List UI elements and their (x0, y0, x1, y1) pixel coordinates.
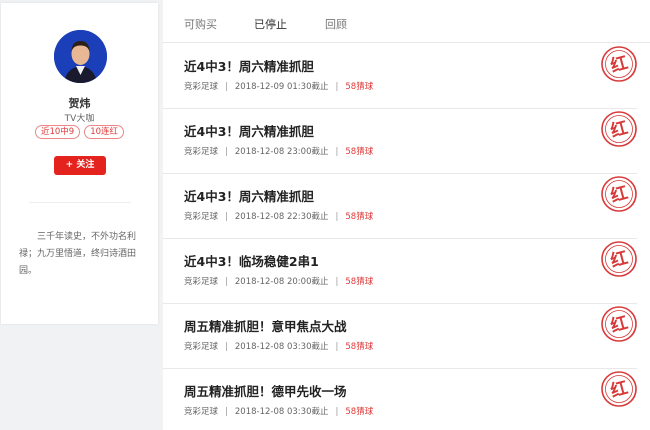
plan-meta: 竞彩足球 | 2018-12-09 01:30截止 | 58猜球 (184, 80, 373, 92)
win-stamp-icon: 红 (601, 371, 637, 407)
win-stamp-icon: 红 (601, 306, 637, 342)
separator: | (335, 212, 339, 222)
separator: | (225, 147, 228, 157)
plan-price: 58猜球 (345, 407, 374, 417)
plan-list-item[interactable]: 近4中3！周六精准抓胆竞彩足球 | 2018-12-08 22:30截止 | 58猜球 红 (163, 174, 637, 239)
plan-title[interactable]: 周五精准抓胆！意甲焦点大战 (184, 316, 347, 335)
plan-meta: 竞彩足球 | 2018-12-08 23:00截止 | 58猜球 (184, 145, 373, 157)
win-stamp-icon: 红 (601, 176, 637, 212)
plan-category: 竞彩足球 (184, 407, 219, 417)
tab-stopped[interactable]: 已停止 (254, 16, 287, 32)
plan-title[interactable]: 近4中3！周六精准抓胆 (184, 56, 314, 75)
svg-text:红: 红 (608, 182, 630, 207)
plan-price: 58猜球 (345, 82, 374, 92)
separator: | (335, 82, 339, 92)
streak-badge: 10连红 (84, 125, 125, 139)
svg-text:红: 红 (608, 247, 630, 272)
badge-row: 近10中9 10连红 (1, 125, 158, 139)
expert-bio: 三千年读史，不外功名利禄；九万里悟道，终归诗酒田园。 (19, 232, 137, 276)
avatar[interactable] (54, 30, 107, 83)
separator: | (225, 342, 228, 352)
plan-deadline: 2018-12-08 23:00截止 (234, 147, 329, 157)
plan-category: 竞彩足球 (184, 277, 219, 287)
plan-category: 竞彩足球 (184, 342, 219, 352)
plan-price: 58猜球 (345, 277, 374, 287)
expert-profile-card: 贺炜 TV大咖 近10中9 10连红 + 关注 三千年读史，不外功名利禄；九万里… (1, 3, 158, 324)
tab-review[interactable]: 回顾 (325, 16, 347, 32)
plan-title[interactable]: 周五精准抓胆！德甲先收一场 (184, 381, 347, 400)
plan-deadline: 2018-12-08 22:30截止 (234, 212, 329, 222)
plan-meta: 竞彩足球 | 2018-12-08 03:30截止 | 58猜球 (184, 405, 373, 417)
plan-title[interactable]: 近4中3！临场稳健2串1 (184, 251, 319, 270)
plan-meta: 竞彩足球 | 2018-12-08 03:30截止 | 58猜球 (184, 340, 373, 352)
expert-name: 贺炜 (68, 97, 91, 110)
avatar-portrait-icon (54, 30, 107, 83)
svg-text:红: 红 (608, 117, 630, 142)
plan-deadline: 2018-12-08 03:30截止 (234, 407, 329, 417)
plan-list-item[interactable]: 近4中3！临场稳健2串1 竞彩足球 | 2018-12-08 20:00截止 | 58猜球… (163, 239, 637, 304)
tab-available[interactable]: 可购买 (184, 16, 217, 32)
plan-deadline: 2018-12-08 03:30截止 (234, 342, 329, 352)
plan-list-item[interactable]: 近4中3！周六精准抓胆竞彩足球 | 2018-12-08 23:00截止 | 58猜球 红 (163, 109, 637, 174)
separator: | (225, 407, 228, 417)
svg-text:红: 红 (608, 312, 630, 337)
separator: | (335, 407, 339, 417)
plan-meta: 竞彩足球 | 2018-12-08 20:00截止 | 58猜球 (184, 275, 373, 287)
win-stamp-icon: 红 (601, 111, 637, 147)
plan-title[interactable]: 近4中3！周六精准抓胆 (184, 186, 314, 205)
plan-meta: 竞彩足球 | 2018-12-08 22:30截止 | 58猜球 (184, 210, 373, 222)
plan-price: 58猜球 (345, 147, 374, 157)
follow-button[interactable]: + 关注 (54, 156, 106, 175)
plan-title[interactable]: 近4中3！周六精准抓胆 (184, 121, 314, 140)
plan-category: 竞彩足球 (184, 147, 219, 157)
svg-text:红: 红 (608, 52, 630, 77)
hit-rate-badge: 近10中9 (34, 125, 81, 139)
plan-list-panel: 可购买 已停止 回顾 近4中3！周六精准抓胆 竞彩足球 | 2018-12-09 01… (163, 0, 650, 430)
tab-bar: 可购买 已停止 回顾 (163, 0, 650, 43)
win-stamp-icon: 红 (601, 46, 637, 82)
separator: | (335, 342, 339, 352)
separator: | (225, 212, 228, 222)
separator: | (225, 277, 228, 287)
separator: | (335, 147, 339, 157)
plan-deadline: 2018-12-08 20:00截止 (234, 277, 329, 287)
plan-list-item[interactable]: 周五精准抓胆！意甲焦点大战竞彩足球 | 2018-12-08 03:30截止 | 58猜… (163, 304, 637, 369)
plan-price: 58猜球 (345, 212, 374, 222)
plan-list-item[interactable]: 周五精准抓胆！德甲先收一场竞彩足球 | 2018-12-08 03:30截止 | 58猜… (163, 369, 637, 430)
plan-category: 竞彩足球 (184, 212, 219, 222)
plan-price: 58猜球 (345, 342, 374, 352)
win-stamp-icon: 红 (601, 241, 637, 277)
separator: | (225, 82, 228, 92)
plan-deadline: 2018-12-09 01:30截止 (234, 82, 329, 92)
separator: | (335, 277, 339, 287)
plan-category: 竞彩足球 (184, 82, 219, 92)
svg-text:红: 红 (608, 377, 630, 402)
plan-list-item[interactable]: 近4中3！周六精准抓胆竞彩足球 | 2018-12-09 01:30截止 | 58猜球 红 (163, 44, 637, 109)
divider (29, 202, 131, 203)
expert-title: TV大咖 (64, 114, 95, 124)
